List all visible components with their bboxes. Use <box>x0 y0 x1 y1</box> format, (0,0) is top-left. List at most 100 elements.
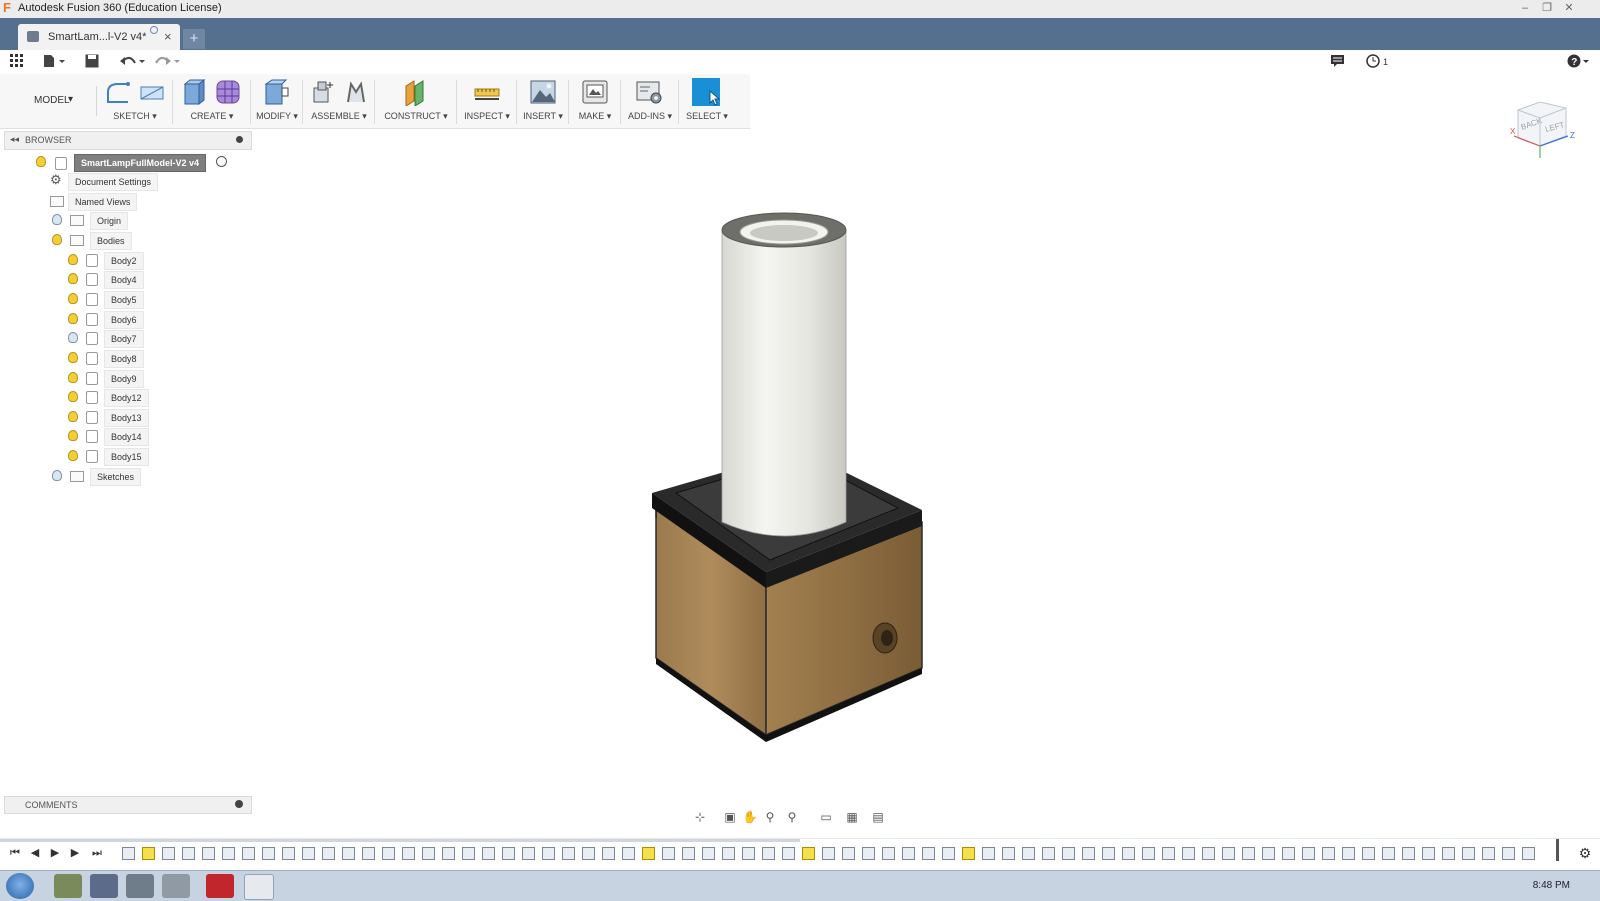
tree-item-body[interactable]: Body7 <box>66 330 226 348</box>
select-group[interactable]: SELECT ▾ <box>682 76 732 126</box>
timeline-feature-icon[interactable] <box>542 847 555 860</box>
timeline-feature-icon[interactable] <box>1202 847 1215 860</box>
display-settings-icon[interactable]: ▭ <box>818 809 834 825</box>
taskbar-app-icon[interactable] <box>126 874 154 898</box>
timeline-feature-icon[interactable] <box>1362 847 1375 860</box>
visibility-bulb-icon[interactable] <box>68 254 78 265</box>
timeline-feature-icon[interactable] <box>242 847 255 860</box>
visibility-bulb-icon[interactable] <box>52 234 62 245</box>
tree-root-node[interactable]: SmartLampFullModel-V2 v4 <box>18 154 248 172</box>
timeline-feature-icon[interactable] <box>622 847 635 860</box>
timeline-feature-icon[interactable] <box>862 847 875 860</box>
timeline-feature-icon[interactable] <box>582 847 595 860</box>
close-window-button[interactable]: ✕ <box>1560 1 1578 15</box>
go-to-end-icon[interactable]: ⏭ <box>90 846 104 860</box>
measure-icon[interactable] <box>473 78 501 106</box>
timeline-feature-icon[interactable] <box>1242 847 1255 860</box>
grid-settings-icon[interactable]: ▦ <box>844 809 860 825</box>
assemble-group[interactable]: ASSEMBLE ▾ <box>306 76 372 126</box>
select-menu[interactable]: SELECT ▾ <box>682 111 732 122</box>
timeline-feature-icon[interactable] <box>1382 847 1395 860</box>
timeline-feature-icon[interactable] <box>702 847 715 860</box>
activate-component-icon[interactable] <box>216 156 227 167</box>
timeline-feature-icon[interactable] <box>1522 847 1535 860</box>
undo-icon[interactable] <box>120 54 146 70</box>
tree-item-body[interactable]: Body6 <box>66 311 226 329</box>
insert-menu[interactable]: INSERT ▾ <box>520 111 566 122</box>
timeline-feature-icon[interactable] <box>922 847 935 860</box>
collapse-panel-icon[interactable]: ◂◂ <box>10 134 19 145</box>
tree-item-sketches[interactable]: Sketches <box>32 468 232 486</box>
timeline-feature-icon[interactable] <box>802 847 815 860</box>
offset-plane-icon[interactable] <box>402 78 430 106</box>
step-back-icon[interactable]: ◀ <box>28 846 42 860</box>
timeline-feature-icon[interactable] <box>162 847 175 860</box>
tree-item-body[interactable]: Body12 <box>66 389 226 407</box>
sketch-group[interactable]: SKETCH ▾ <box>100 76 170 126</box>
timeline-feature-icon[interactable] <box>1182 847 1195 860</box>
help-icon[interactable]: ? <box>1567 54 1591 70</box>
timeline-feature-icon[interactable] <box>522 847 535 860</box>
document-tab[interactable]: SmartLam...l-V2 v4* × <box>18 24 180 50</box>
timeline-feature-icon[interactable] <box>482 847 495 860</box>
insert-group[interactable]: INSERT ▾ <box>520 76 566 126</box>
timeline-feature-icon[interactable] <box>1462 847 1475 860</box>
form-sculpt-icon[interactable] <box>214 78 242 106</box>
timeline-feature-icon[interactable] <box>962 847 975 860</box>
visibility-bulb-icon[interactable] <box>68 352 78 363</box>
timeline-feature-icon[interactable] <box>462 847 475 860</box>
notifications-icon[interactable] <box>1331 54 1345 70</box>
make-menu[interactable]: MAKE ▾ <box>572 111 618 122</box>
tree-item-body[interactable]: Body2 <box>66 252 226 270</box>
fit-zoom-icon[interactable]: ⚲ <box>784 809 800 825</box>
inspect-group[interactable]: INSPECT ▾ <box>460 76 514 126</box>
timeline-settings-gear-icon[interactable]: ⚙ <box>1578 846 1592 860</box>
construct-group[interactable]: CONSTRUCT ▾ <box>378 76 454 126</box>
tree-item-body[interactable]: Body8 <box>66 350 226 368</box>
visibility-bulb-icon[interactable] <box>68 293 78 304</box>
add-ins-group[interactable]: ADD-INS ▾ <box>624 76 676 126</box>
timeline-feature-icon[interactable] <box>782 847 795 860</box>
job-status-clock-icon[interactable] <box>1366 54 1380 70</box>
new-component-icon[interactable] <box>308 78 336 106</box>
orbit-icon[interactable]: ⊹ <box>692 809 708 825</box>
timeline-feature-icon[interactable] <box>342 847 355 860</box>
browser-panel-header[interactable]: ◂◂ BROWSER <box>4 131 252 150</box>
timeline-feature-icon[interactable] <box>1062 847 1075 860</box>
timeline-feature-icon[interactable] <box>1442 847 1455 860</box>
zoom-icon[interactable]: ⚲ <box>762 809 778 825</box>
timeline-feature-icon[interactable] <box>1102 847 1115 860</box>
data-panel-grid-icon[interactable] <box>10 54 24 70</box>
pan-hand-icon[interactable]: ✋ <box>742 809 758 825</box>
timeline-feature-icon[interactable] <box>1122 847 1135 860</box>
view-cube[interactable]: BACK LEFT X Z <box>1510 96 1580 160</box>
visibility-bulb-icon[interactable] <box>68 313 78 324</box>
visibility-bulb-icon[interactable] <box>68 391 78 402</box>
joint-icon[interactable] <box>342 78 370 106</box>
timeline-feature-icon[interactable] <box>302 847 315 860</box>
timeline-feature-icon[interactable] <box>842 847 855 860</box>
timeline-feature-icon[interactable] <box>882 847 895 860</box>
new-tab-button[interactable]: + <box>183 29 205 49</box>
visibility-bulb-icon[interactable] <box>68 430 78 441</box>
timeline-feature-icon[interactable] <box>222 847 235 860</box>
timeline-feature-icon[interactable] <box>1022 847 1035 860</box>
comments-panel[interactable]: COMMENTS <box>4 796 252 814</box>
model-viewport[interactable] <box>640 200 960 750</box>
timeline-feature-icon[interactable] <box>1162 847 1175 860</box>
taskbar-fusion-app-icon[interactable] <box>244 874 274 900</box>
visibility-bulb-icon[interactable] <box>68 273 78 284</box>
timeline-feature-icon[interactable] <box>382 847 395 860</box>
timeline-feature-icon[interactable] <box>902 847 915 860</box>
make-group[interactable]: MAKE ▾ <box>572 76 618 126</box>
timeline-feature-icon[interactable] <box>262 847 275 860</box>
tree-item-body[interactable]: Body15 <box>66 448 226 466</box>
viewports-icon[interactable]: ▤ <box>870 809 886 825</box>
look-at-icon[interactable]: ▣ <box>722 809 738 825</box>
timeline-feature-icon[interactable] <box>742 847 755 860</box>
modify-group[interactable]: MODIFY ▾ <box>254 76 300 126</box>
timeline-feature-icon[interactable] <box>422 847 435 860</box>
visibility-bulb-icon[interactable] <box>68 332 78 343</box>
taskbar-app-icon[interactable] <box>54 874 82 898</box>
step-forward-icon[interactable]: ▶ <box>68 846 82 860</box>
